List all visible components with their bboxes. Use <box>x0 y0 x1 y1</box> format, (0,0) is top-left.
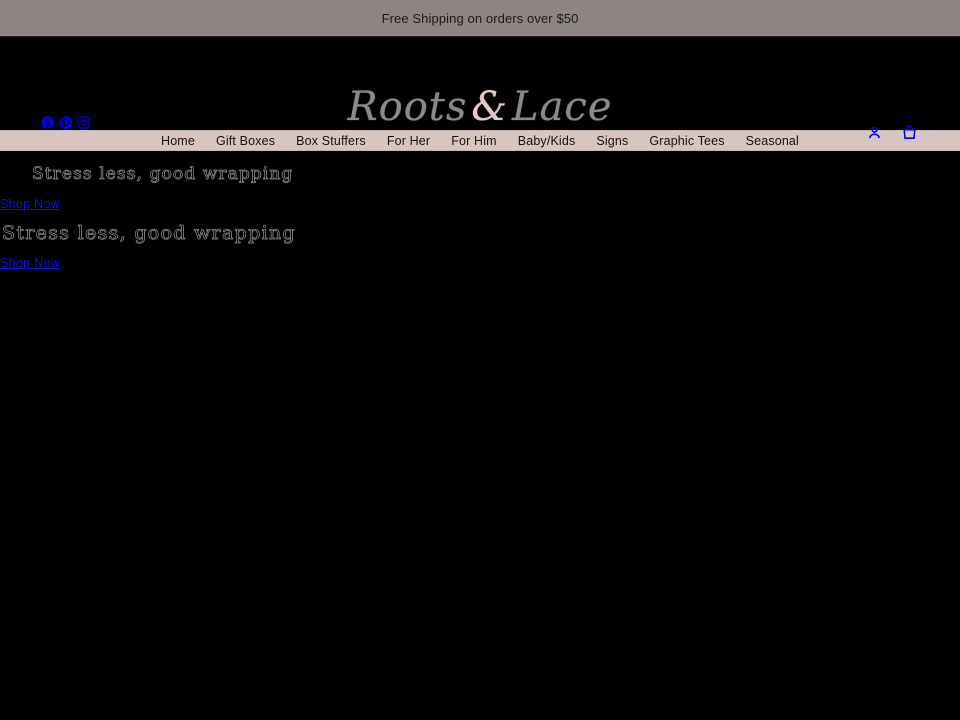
nav-item-for-him[interactable]: For Him <box>451 132 497 150</box>
pinterest-glyph <box>59 116 73 129</box>
announcement-text: Free Shipping on orders over $50 <box>381 10 579 26</box>
instagram-icon[interactable] <box>76 115 91 130</box>
nav-link-gift-boxes[interactable]: Gift Boxes <box>216 134 275 148</box>
nav-item-baby-kids[interactable]: Baby/Kids <box>518 132 576 150</box>
site-logo[interactable]: Roots & Lace <box>348 87 613 127</box>
nav-link-for-her[interactable]: For Her <box>387 134 430 148</box>
account-icon[interactable] <box>866 123 883 142</box>
nav-item-home[interactable]: Home <box>161 132 195 150</box>
nav-link-signs[interactable]: Signs <box>596 134 628 148</box>
nav-item-seasonal[interactable]: Seasonal <box>746 132 799 150</box>
hero-slide: Stress less, good wrapping Shop Now <box>0 151 960 213</box>
nav-item-gift-boxes[interactable]: Gift Boxes <box>216 132 275 150</box>
hero-heading: Stress less, good wrapping <box>32 164 294 184</box>
social-links <box>40 115 91 130</box>
page-body-empty <box>0 272 960 713</box>
cart-glyph <box>903 125 916 139</box>
logo-text: Roots & Lace <box>348 84 613 130</box>
logo-ampersand: & <box>471 84 508 130</box>
logo-text-left: Roots <box>347 84 468 130</box>
nav-link-home[interactable]: Home <box>161 134 195 148</box>
nav-link-baby-kids[interactable]: Baby/Kids <box>518 134 576 148</box>
instagram-glyph <box>77 116 90 129</box>
nav-item-signs[interactable]: Signs <box>596 132 628 150</box>
site-header: Roots & Lace <box>0 37 960 139</box>
main-navigation: Home Gift Boxes Box Stuffers For Her For… <box>0 130 960 151</box>
hero-heading: Stress less, good wrapping <box>2 221 296 244</box>
hero-shop-now-link[interactable]: Shop Now <box>0 256 60 270</box>
hero-slide: Stress less, good wrapping Shop Now <box>0 213 960 273</box>
page-root: Free Shipping on orders over $50 Roots &… <box>0 0 960 720</box>
hero-slideshow: Stress less, good wrapping Shop Now Stre… <box>0 151 960 713</box>
facebook-glyph <box>41 116 54 129</box>
header-actions <box>866 123 918 142</box>
announcement-bar: Free Shipping on orders over $50 <box>0 0 960 37</box>
nav-link-graphic-tees[interactable]: Graphic Tees <box>649 134 724 148</box>
logo-text-right: Lace <box>512 84 613 130</box>
cart-icon[interactable] <box>901 123 918 142</box>
nav-link-seasonal[interactable]: Seasonal <box>746 134 799 148</box>
facebook-icon[interactable] <box>40 115 55 130</box>
nav-link-box-stuffers[interactable]: Box Stuffers <box>296 134 366 148</box>
nav-link-for-him[interactable]: For Him <box>451 134 497 148</box>
nav-item-box-stuffers[interactable]: Box Stuffers <box>296 132 366 150</box>
account-glyph <box>869 126 880 139</box>
hero-shop-now-link[interactable]: Shop Now <box>0 197 60 211</box>
nav-item-for-her[interactable]: For Her <box>387 132 430 150</box>
logo-container: Roots & Lace <box>0 87 960 127</box>
nav-item-graphic-tees[interactable]: Graphic Tees <box>649 132 724 150</box>
nav-list: Home Gift Boxes Box Stuffers For Her For… <box>161 132 799 150</box>
pinterest-icon[interactable] <box>58 115 73 130</box>
